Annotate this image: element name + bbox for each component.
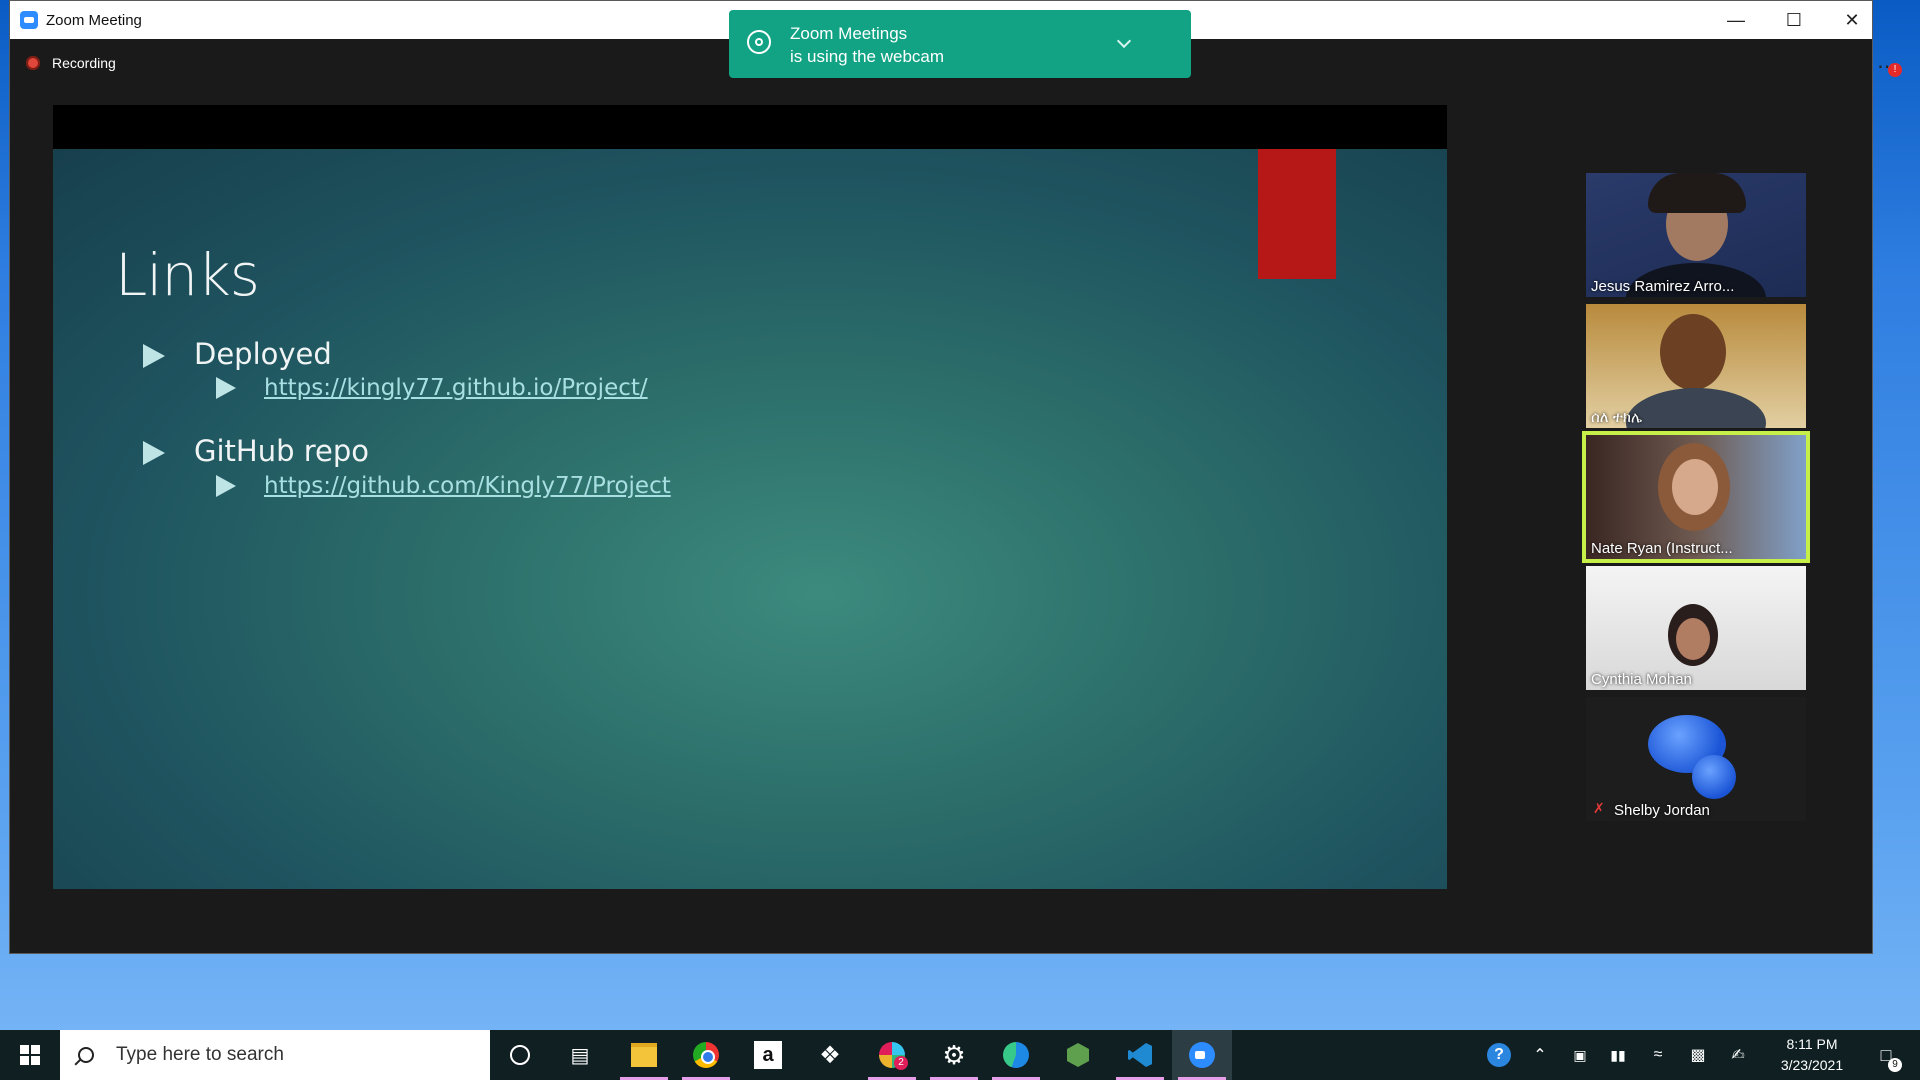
bullet-github-repo: GitHub repo (194, 434, 369, 468)
edge-icon[interactable] (992, 1030, 1040, 1080)
slack-icon[interactable]: 2 (868, 1030, 916, 1080)
participant-tile[interactable]: ሰለ ተክሌ (1586, 304, 1806, 428)
pen-icon[interactable]: ✍ (1723, 1030, 1753, 1080)
zoom-window: Zoom Meeting — ☐ ✕ Recording Links Deplo… (9, 0, 1873, 954)
participant-name: Shelby Jordan (1614, 802, 1710, 819)
participant-video (1676, 618, 1710, 660)
search-placeholder: Type here to search (116, 1044, 284, 1065)
system-clock[interactable]: 8:11 PM 3/23/2021 (1762, 1034, 1862, 1076)
record-icon (26, 56, 40, 70)
recording-label: Recording (52, 55, 116, 71)
clock-date: 3/23/2021 (1780, 1057, 1844, 1073)
deployed-link[interactable]: https://kingly77.github.io/Project/ (264, 375, 648, 401)
alert-badge: ! (1888, 63, 1902, 77)
minimize-button[interactable]: — (1707, 1, 1765, 39)
wifi-icon[interactable]: ≈ (1643, 1030, 1673, 1080)
notification-count: 9 (1888, 1058, 1902, 1072)
participant-tile[interactable]: ✗ Shelby Jordan (1586, 697, 1806, 821)
sub-bullet-arrow-icon (216, 475, 236, 497)
chevron-down-icon[interactable] (1116, 33, 1132, 49)
notification-body: is using the webcam (790, 47, 945, 66)
chrome-icon[interactable] (682, 1030, 730, 1080)
dropbox-icon[interactable]: ❖ (806, 1030, 854, 1080)
participant-video (1648, 173, 1746, 213)
close-button[interactable]: ✕ (1823, 1, 1881, 39)
participant-name: Nate Ryan (Instruct... (1591, 540, 1733, 557)
search-icon (78, 1047, 94, 1063)
task-view-icon[interactable]: ▤ (560, 1030, 600, 1080)
shared-screen: Links Deployed https://kingly77.github.i… (53, 105, 1447, 889)
participant-name: Cynthia Mohan (1591, 671, 1692, 688)
bullet-arrow-icon (143, 441, 165, 465)
taskbar-search[interactable]: Type here to search (60, 1030, 490, 1080)
participant-video (1672, 459, 1718, 515)
slack-badge: 2 (894, 1056, 908, 1070)
file-explorer-icon[interactable] (620, 1030, 668, 1080)
taskbar: Type here to search ▤ a ❖ 2 ⚙ ? ⌃ ▣ ▮▮ ≈… (0, 1030, 1920, 1080)
battery-icon[interactable]: ▮▮ (1603, 1030, 1633, 1080)
clock-time: 8:11 PM (1786, 1036, 1838, 1052)
meet-now-icon[interactable]: ▩ (1683, 1030, 1713, 1080)
slide-red-accent (1258, 149, 1336, 279)
slide: Links Deployed https://kingly77.github.i… (53, 149, 1447, 889)
vscode-icon[interactable] (1116, 1030, 1164, 1080)
notification-title: Zoom Meetings (790, 24, 908, 43)
participant-name: Jesus Ramirez Arro... (1591, 278, 1735, 295)
zoom-icon[interactable] (1172, 1030, 1232, 1080)
muted-mic-icon: ✗ (1593, 800, 1605, 816)
participant-video (1660, 314, 1726, 390)
help-icon[interactable]: ? (1482, 1030, 1516, 1080)
recording-indicator[interactable]: Recording (26, 55, 116, 71)
participant-tile-active-speaker[interactable]: Nate Ryan (Instruct... (1582, 431, 1810, 563)
start-icon[interactable] (0, 1030, 60, 1080)
participant-name: ሰለ ተክሌ (1591, 409, 1643, 426)
slide-title: Links (115, 241, 260, 309)
settings-icon[interactable]: ⚙ (930, 1030, 978, 1080)
webcam-notification[interactable]: Zoom Meetings is using the webcam (729, 10, 1191, 78)
bullet-arrow-icon (143, 344, 165, 368)
participant-video (1626, 388, 1766, 428)
participant-tile[interactable]: Cynthia Mohan (1586, 566, 1806, 690)
cortana-icon[interactable] (500, 1030, 540, 1080)
github-link[interactable]: https://github.com/Kingly77/Project (264, 473, 671, 499)
amazon-icon[interactable]: a (744, 1030, 792, 1080)
maximize-button[interactable]: ☐ (1765, 1, 1823, 39)
sub-bullet-arrow-icon (216, 377, 236, 399)
webcam-icon (747, 30, 771, 54)
chevron-up-icon[interactable]: ⌃ (1525, 1030, 1555, 1080)
window-title: Zoom Meeting (46, 11, 142, 29)
device-icon[interactable]: ▣ (1565, 1030, 1595, 1080)
participant-tile[interactable]: Jesus Ramirez Arro... (1586, 173, 1806, 297)
nodejs-icon[interactable] (1054, 1030, 1102, 1080)
avatar (1692, 755, 1736, 799)
notification-center-icon[interactable]: □ 9 (1866, 1030, 1906, 1080)
bullet-deployed: Deployed (194, 337, 332, 371)
zoom-app-icon (20, 11, 38, 29)
